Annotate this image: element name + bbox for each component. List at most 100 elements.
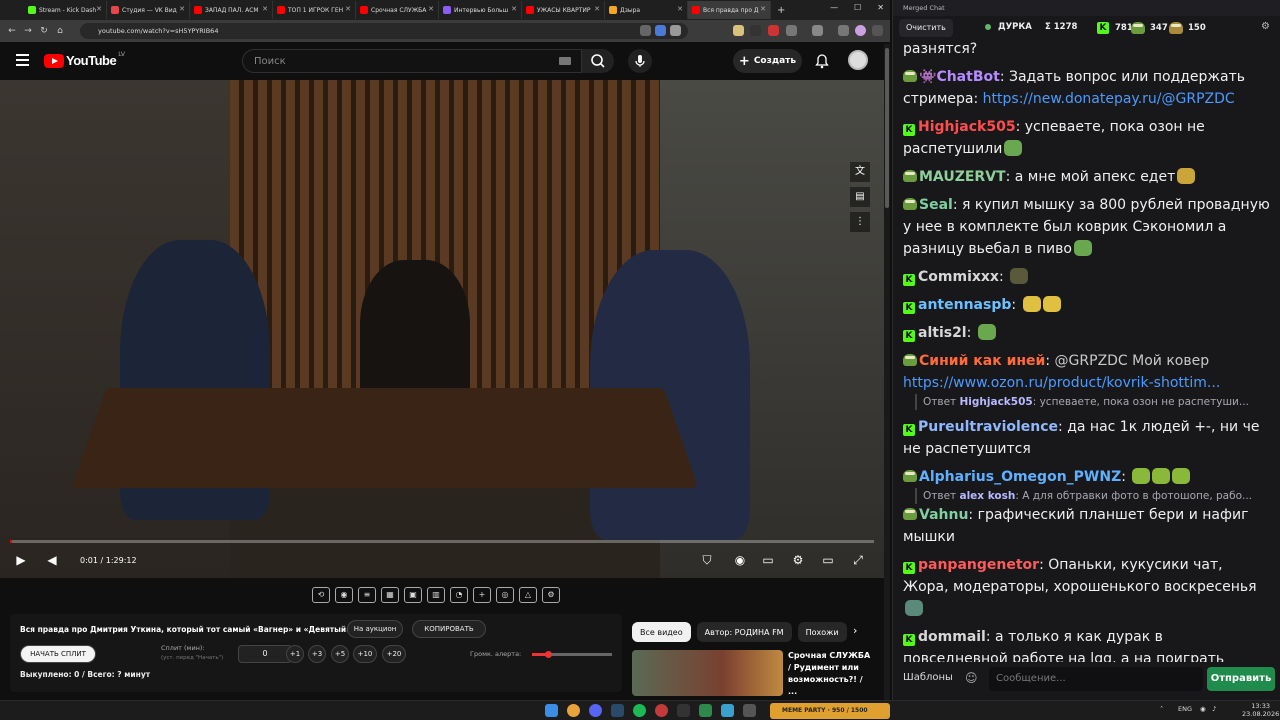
wifi-icon[interactable]: ◉ [1200,705,1206,713]
loop-icon[interactable]: ⟲ [312,587,330,603]
tray-lang[interactable]: ENG [1178,705,1192,713]
discord-icon[interactable] [589,704,602,717]
chip-similar[interactable]: Похожи [797,622,847,642]
app-icon[interactable] [721,704,734,717]
chat-username[interactable]: dommail [918,629,986,645]
zoom-icon[interactable] [640,25,651,36]
add-icon[interactable]: + [473,587,491,603]
chat-username[interactable]: Pureultraviolence [918,419,1058,435]
tray-chevron-icon[interactable]: ˄ [1160,705,1163,713]
chat-username[interactable]: Highjack505 [918,119,1016,135]
browser-tab[interactable]: ТОП 1 ИГРОК ГЕН ✕ [273,1,356,19]
menu-icon[interactable] [872,25,883,36]
steam-icon[interactable] [611,704,624,717]
emoji-icon[interactable]: ☺ [965,671,978,685]
close-icon[interactable]: ✕ [877,3,884,12]
chrome-icon[interactable] [567,704,580,717]
increment-5-button[interactable]: +5 [331,645,349,663]
extension-icon[interactable] [655,25,666,36]
chat-username[interactable]: Vahnu [919,507,968,523]
new-tab-icon[interactable]: + [777,5,785,16]
play-icon[interactable]: ▶ [14,553,28,567]
split-minutes-input[interactable]: 0 [238,645,292,663]
templates-button[interactable]: Шаблоны [903,672,953,683]
minimize-icon[interactable]: — [830,3,838,12]
extension-icon[interactable] [733,25,744,36]
chat-username[interactable]: panpangenetor [918,557,1039,573]
scrollbar-thumb[interactable] [885,48,889,208]
picture-in-picture-icon[interactable]: ▣ [404,587,422,603]
tray-clock[interactable]: 13:33 23.08.2026 [1242,702,1279,718]
app-icon[interactable] [743,704,756,717]
chat-username[interactable]: Commixxx [918,269,999,285]
forward-icon[interactable]: → [20,26,36,36]
chat-username[interactable]: Seal [919,197,953,213]
chat-username[interactable]: Синий как иней [919,353,1045,369]
clear-button[interactable]: Очистить [899,19,953,37]
alert-volume-slider[interactable] [532,651,612,658]
browser-tab[interactable]: Stream - Kick Dash ✕ [24,1,107,19]
increment-1-button[interactable]: +1 [286,645,304,663]
browser-tab[interactable]: Вся правда про Д ✕ [688,1,771,19]
captions-icon[interactable]: ▭ [761,553,775,567]
video-progress-bar[interactable] [10,540,874,543]
chat-username[interactable]: Alpharius_Omegon_PWNZ [919,469,1121,485]
chat-username[interactable]: altis2l [918,325,967,341]
tab-close-icon[interactable]: ✕ [428,5,434,13]
chevron-right-icon[interactable]: › [853,624,857,637]
menu-icon[interactable] [16,54,29,69]
audio-icon[interactable]: ◉ [335,587,353,603]
browser-tab[interactable]: Срочная СЛУЖБА ✕ [356,1,439,19]
clapper-icon[interactable]: ▦ [381,587,399,603]
auction-button[interactable]: На аукцион [347,620,403,638]
app-icon[interactable] [655,704,668,717]
browser-tab[interactable]: Студия — VK Вид ✕ [107,1,190,19]
start-menu-icon[interactable] [545,704,558,717]
browser-tab[interactable]: Интервью Больш ✕ [439,1,522,19]
message-link[interactable]: https://www.ozon.ru/product/kovrik-shott… [903,375,1220,391]
fullscreen-icon[interactable]: ⤢ [851,553,865,567]
tab-close-icon[interactable]: ✕ [262,5,268,13]
search-input[interactable]: Поиск [242,49,582,73]
url-field[interactable]: youtube.com/watch?v=sH5YPYRIB64 [80,23,688,39]
settings-icon[interactable]: ⚙ [791,553,805,567]
maximize-icon[interactable]: ☐ [854,3,861,12]
slider-handle[interactable] [545,651,552,658]
create-button[interactable]: + Создать [733,49,802,73]
extension-icon[interactable] [750,25,761,36]
tab-close-icon[interactable]: ✕ [677,5,683,13]
more-vertical-icon[interactable]: ⋮ [850,212,870,232]
increment-3-button[interactable]: +3 [308,645,326,663]
playlist-icon[interactable]: ≡ [358,587,376,603]
camera-icon[interactable]: ◎ [496,587,514,603]
start-split-button[interactable]: НАЧАТЬ СПЛИТ [20,645,96,663]
message-link[interactable]: https://new.donatepay.ru/@GRPZDC [983,91,1235,107]
sidebar-icon[interactable] [838,25,849,36]
tab-close-icon[interactable]: ✕ [760,5,766,13]
page-scrollbar[interactable] [884,44,890,700]
search-button[interactable] [582,49,614,73]
message-input[interactable]: Сообщение... [989,667,1203,691]
youtube-logo[interactable]: YouTube LV [44,51,125,68]
tab-close-icon[interactable]: ✕ [179,5,185,13]
copy-button[interactable]: КОПИРОВАТЬ [412,620,486,638]
keyboard-icon[interactable] [559,57,571,65]
speed-icon[interactable]: ◔ [450,587,468,603]
spotify-icon[interactable] [633,704,646,717]
translate-icon[interactable]: 文 [850,162,870,182]
flask-icon[interactable]: △ [519,587,537,603]
volume-icon[interactable]: ♪ [1212,705,1216,713]
chip-author[interactable]: Автор: РОДИНА FM [696,622,792,642]
recommended-video-title[interactable]: Срочная СЛУЖБА / Рудимент или возможност… [788,650,874,698]
downloads-icon[interactable] [812,25,823,36]
theater-mode-icon[interactable]: ▭ [821,553,835,567]
gear-icon[interactable]: ⚙ [542,587,560,603]
tab-close-icon[interactable]: ✕ [345,5,351,13]
extension-icon[interactable] [768,25,779,36]
browser-tab[interactable]: ЗАПАД ПАЛ. АСМ ✕ [190,1,273,19]
notifications-bell-icon[interactable] [815,53,829,69]
film-icon[interactable]: ▥ [427,587,445,603]
subtitles-icon[interactable]: ▤ [850,187,870,207]
meme-party-widget[interactable]: MEME PARTY · 950 / 1500 [770,703,890,719]
chip-all-videos[interactable]: Все видео [632,622,691,642]
